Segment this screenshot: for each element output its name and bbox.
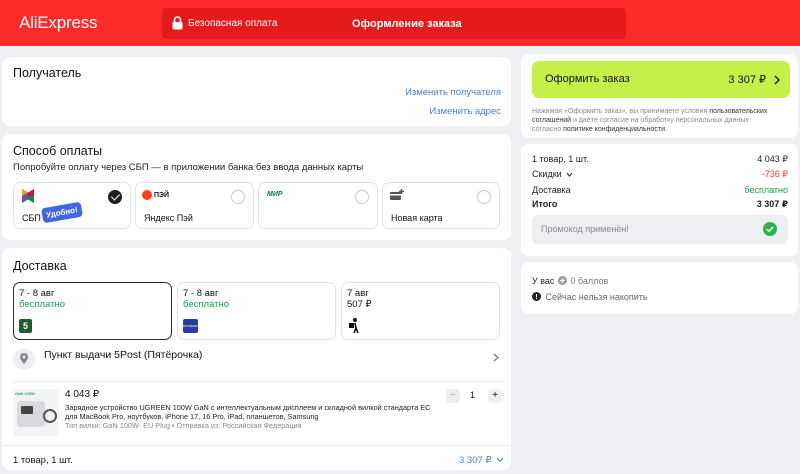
- yandex-pay-logo: ПЭЙ: [142, 190, 169, 200]
- user-agreement-link-2[interactable]: соглашений: [532, 117, 571, 124]
- boxberry-logo: BOXBERRY: [183, 319, 198, 333]
- delivery-option-courier[interactable]: 7 авг 507 ₽: [341, 282, 500, 340]
- location-pin-icon: [13, 348, 35, 370]
- product-meta: Тип вилки: GaN 100W- EU Plug • Отправка …: [65, 421, 302, 430]
- pickup-point-label: Пункт выдачи 5Post (Пятёрочка): [44, 349, 203, 361]
- product-thumbnail-label: GaN 100W: [15, 391, 35, 396]
- summary-shipping-row: Доставка бесплатно: [532, 185, 788, 195]
- privacy-policy-link[interactable]: политике конфиденциальности: [563, 126, 665, 133]
- courier-icon: [348, 318, 360, 337]
- yandex-pay-label: Яндекс Пэй: [144, 213, 193, 223]
- delivery-dates: 7 авг: [347, 288, 369, 299]
- summary-total-row: Итого 3 307 ₽: [532, 199, 788, 209]
- add-card-icon: [390, 189, 404, 204]
- payment-option-mir[interactable]: МИР: [258, 182, 378, 229]
- lock-icon: [172, 16, 183, 30]
- delivery-option-boxberry[interactable]: 7 - 8 авг бесплатно BOXBERRY: [177, 282, 336, 340]
- recipient-card: Получатель Изменить получателя Изменить …: [2, 57, 511, 126]
- charger-image: [17, 401, 45, 427]
- sbp-radio-checked[interactable]: [108, 190, 122, 204]
- points-card: [521, 262, 798, 314]
- summary-items-row: 1 товар, 1 шт. 4 043 ₽: [532, 154, 788, 164]
- chevron-right-icon: [493, 353, 499, 365]
- mir-radio[interactable]: [355, 190, 369, 204]
- page-title: Оформление заказа: [352, 18, 462, 30]
- product-title-line1[interactable]: Зарядное устройство UGREEN 100W GaN с ин…: [65, 403, 430, 412]
- charger-screen: [21, 406, 33, 414]
- new-card-radio[interactable]: [477, 190, 491, 204]
- header: AliExpress Безопасная оплата Оформление …: [0, 0, 800, 46]
- chevron-down-icon: [566, 172, 573, 177]
- cable-image: [43, 409, 57, 423]
- payment-option-sbp[interactable]: СБП Удобно!: [13, 182, 131, 229]
- footer-count: 1 товар, 1 шт.: [13, 455, 73, 466]
- promo-applied-field[interactable]: Промокод применён!: [532, 215, 788, 244]
- info-icon: [532, 292, 541, 303]
- delivery-price: бесплатно: [183, 299, 230, 310]
- delivery-option-5post[interactable]: 7 - 8 авг бесплатно 5: [13, 282, 172, 340]
- qty-value[interactable]: 1: [470, 390, 475, 400]
- payment-hint: Попробуйте оплату через СБП — в приложен…: [13, 162, 364, 173]
- delivery-price: 507 ₽: [347, 299, 372, 310]
- footer-total[interactable]: 3 307 ₽: [459, 455, 504, 466]
- place-order-label: Оформить заказ: [545, 73, 630, 85]
- product-price: 4 043 ₽: [65, 389, 100, 400]
- yandex-pay-radio[interactable]: [231, 190, 245, 204]
- payment-option-yandex-pay[interactable]: ПЭЙ Яндекс Пэй: [135, 182, 254, 229]
- delivery-title: Доставка: [13, 259, 67, 273]
- place-order-button[interactable]: Оформить заказ 3 307 ₽: [532, 61, 790, 98]
- sbp-icon: [22, 189, 34, 206]
- change-address-link[interactable]: Изменить адрес: [429, 106, 501, 117]
- promo-applied-label: Промокод применён!: [541, 224, 629, 234]
- delivery-dates: 7 - 8 авг: [183, 288, 219, 299]
- user-agreement-link[interactable]: пользовательских: [709, 108, 767, 115]
- header-bar: Безопасная оплата Оформление заказа: [162, 8, 626, 39]
- payment-option-new-card[interactable]: Новая карта: [382, 182, 500, 229]
- qty-plus-button[interactable]: +: [488, 389, 502, 403]
- payment-title: Способ оплаты: [13, 144, 103, 158]
- delivery-dates: 7 - 8 авг: [19, 288, 55, 299]
- points-balance: У вас 0 баллов: [532, 276, 609, 287]
- divider: [2, 445, 511, 446]
- 5post-logo: 5: [19, 319, 32, 333]
- quantity-stepper: − 1 +: [446, 389, 503, 403]
- footer-total-value: 3 307 ₽: [459, 455, 492, 466]
- sbp-label: СБП: [22, 213, 41, 223]
- chevron-down-icon: [496, 457, 504, 463]
- secure-payment-label: Безопасная оплата: [188, 18, 278, 29]
- plus-circle-icon: [557, 276, 567, 287]
- product-title-line2[interactable]: для MacBook Pro, ноутбуков, iPhone 17, 1…: [65, 412, 318, 421]
- qty-minus-button[interactable]: −: [446, 389, 460, 403]
- product-thumbnail[interactable]: GaN 100W: [13, 389, 59, 436]
- check-circle-icon: [763, 222, 777, 239]
- delivery-price: бесплатно: [19, 299, 66, 310]
- place-order-total: 3 307 ₽: [728, 74, 766, 86]
- recipient-title: Получатель: [13, 66, 82, 80]
- change-recipient-link[interactable]: Изменить получателя: [405, 87, 501, 98]
- summary-discount-row[interactable]: Скидки -736 ₽: [532, 169, 788, 179]
- points-status: Сейчас нельзя накопить: [532, 292, 648, 303]
- convenient-badge: Удобно!: [40, 201, 83, 224]
- divider: [13, 381, 503, 382]
- aliexpress-logo[interactable]: AliExpress: [19, 13, 98, 33]
- mir-logo: МИР: [267, 191, 283, 198]
- new-card-label: Новая карта: [391, 213, 443, 223]
- legal-text: Нажимая «Оформить заказ», вы принимаете …: [532, 108, 768, 133]
- pickup-point-row[interactable]: Пункт выдачи 5Post (Пятёрочка): [13, 346, 503, 370]
- chevron-right-icon: [774, 75, 780, 88]
